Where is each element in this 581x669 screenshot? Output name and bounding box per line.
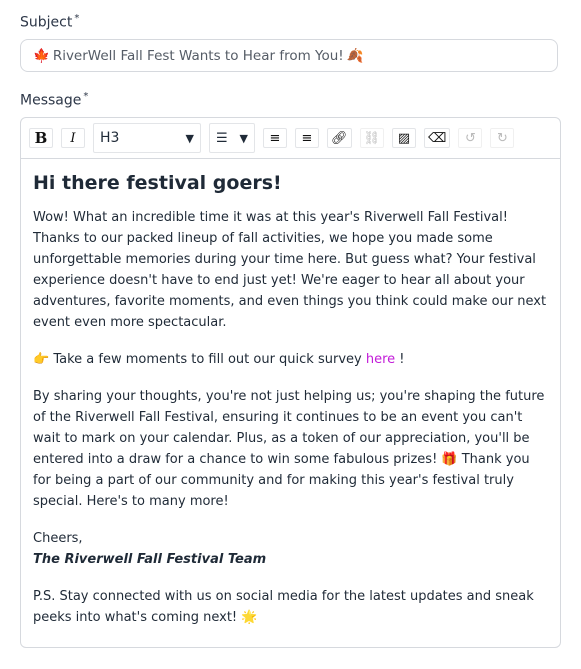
survey-text: Take a few moments to fill out our quick… bbox=[49, 352, 366, 367]
paragraph-survey: 👉 Take a few moments to fill out our qui… bbox=[33, 349, 548, 370]
paragraph-thanks: By sharing your thoughts, you're not jus… bbox=[33, 386, 548, 512]
required-mark: * bbox=[83, 91, 89, 102]
bold-button[interactable]: B bbox=[29, 128, 53, 148]
unlink-button[interactable]: ⛓︎ bbox=[359, 128, 385, 148]
survey-end: ! bbox=[395, 352, 405, 367]
editor-content[interactable]: Hi there festival goers! Wow! What an in… bbox=[21, 159, 560, 654]
align-left-button[interactable]: ≡ bbox=[263, 128, 287, 148]
chevron-down-icon: ▼ bbox=[185, 131, 194, 145]
paragraph-intro: Wow! What an incredible time it was at t… bbox=[33, 210, 547, 330]
cheers-text: Cheers, bbox=[33, 531, 83, 546]
eraser-button[interactable]: ⌫ bbox=[424, 128, 451, 148]
align-center-button[interactable]: ≡ bbox=[295, 128, 319, 148]
subject-value: RiverWell Fall Fest Wants to Hear from Y… bbox=[52, 47, 344, 64]
heading-select[interactable]: H3 ▼ bbox=[93, 123, 201, 153]
heading-value: H3 bbox=[100, 130, 120, 146]
message-label-text: Message bbox=[20, 92, 82, 109]
ps-text: P.S. Stay connected with us on social me… bbox=[33, 589, 534, 625]
subject-input[interactable]: 🍁 RiverWell Fall Fest Wants to Hear from… bbox=[20, 39, 558, 72]
pointing-hand-icon: 👉 bbox=[33, 352, 50, 367]
signoff: Cheers, The Riverwell Fall Festival Team bbox=[33, 528, 548, 570]
image-button[interactable]: ▨ bbox=[392, 128, 417, 148]
redo-button[interactable]: ↻ bbox=[490, 128, 515, 148]
required-mark: * bbox=[74, 13, 80, 24]
link-button[interactable]: 🔗︎ bbox=[327, 128, 352, 148]
editor-toolbar: B I H3 ▼ ☰ ▼ ≡ ≡ 🔗︎ ⛓︎ ▨ ⌫ ↺ ↻ bbox=[21, 118, 560, 159]
italic-button[interactable]: I bbox=[61, 128, 85, 148]
list-select[interactable]: ☰ ▼ bbox=[209, 123, 255, 153]
subject-label: Subject * bbox=[20, 13, 79, 31]
subject-label-text: Subject bbox=[20, 14, 73, 31]
survey-link[interactable]: here bbox=[366, 352, 395, 367]
team-signature: The Riverwell Fall Festival Team bbox=[33, 552, 267, 567]
fallen-leaf-icon: 🍂 bbox=[346, 47, 364, 64]
star-icon: 🌟 bbox=[241, 610, 258, 625]
chevron-down-icon: ▼ bbox=[239, 131, 248, 145]
rich-text-editor[interactable]: B I H3 ▼ ☰ ▼ ≡ ≡ 🔗︎ ⛓︎ ▨ ⌫ ↺ ↻ Hi there fe… bbox=[20, 117, 561, 648]
message-label: Message * bbox=[20, 91, 88, 109]
maple-leaf-icon: 🍁 bbox=[33, 47, 50, 64]
gift-icon: 🎁 bbox=[441, 452, 458, 467]
bullet-list-icon: ☰ bbox=[216, 130, 228, 146]
undo-button[interactable]: ↺ bbox=[458, 128, 483, 148]
paragraph-ps: P.S. Stay connected with us on social me… bbox=[33, 586, 548, 628]
email-heading: Hi there festival goers! bbox=[33, 172, 282, 194]
